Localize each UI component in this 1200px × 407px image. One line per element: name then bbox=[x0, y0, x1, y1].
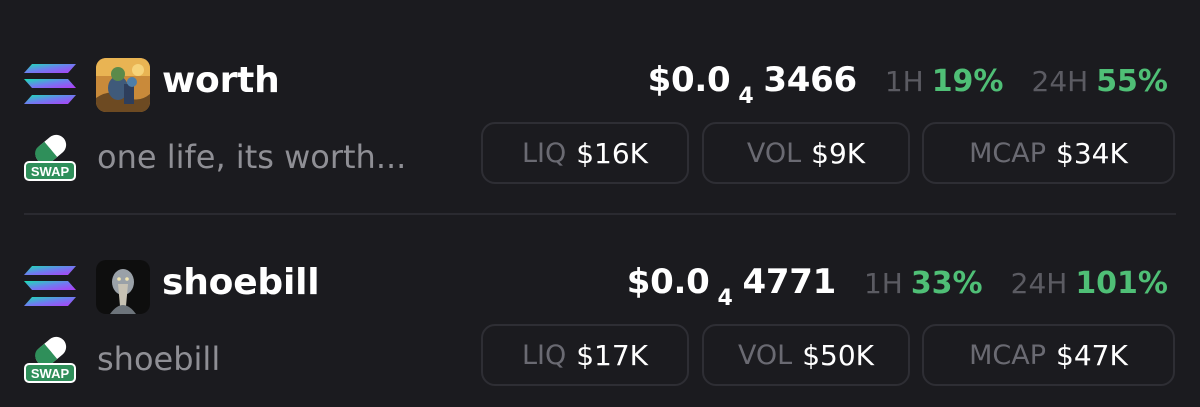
change-value-1h: 19% bbox=[931, 64, 1004, 99]
change-label-24h: 24H bbox=[1010, 267, 1068, 300]
stat-label: MCAP bbox=[969, 137, 1047, 169]
stat-value: $34K bbox=[1056, 136, 1128, 170]
solana-icon bbox=[24, 64, 76, 104]
stat-label: LIQ bbox=[521, 137, 567, 169]
stat-label: MCAP bbox=[969, 339, 1047, 371]
vol-stat: VOL $50K bbox=[702, 324, 910, 386]
token-symbol: shoebill bbox=[162, 262, 320, 303]
stat-value: $50K bbox=[802, 338, 875, 372]
swap-label: SWAP bbox=[31, 164, 70, 179]
stat-label: LIQ bbox=[521, 339, 567, 371]
token-row[interactable]: worth SWAP one life, its worth... $0.0 4… bbox=[0, 42, 1200, 192]
price: $0.0 4 3466 bbox=[647, 60, 857, 109]
change-label-24h: 24H bbox=[1031, 65, 1089, 98]
swap-label: SWAP bbox=[31, 366, 70, 381]
liq-stat: LIQ $17K bbox=[481, 324, 689, 386]
change-label-1h: 1H bbox=[884, 65, 924, 98]
token-list: worth SWAP one life, its worth... $0.0 4… bbox=[0, 0, 1200, 407]
stat-label: VOL bbox=[746, 137, 802, 169]
swap-pill-icon[interactable]: SWAP bbox=[24, 130, 76, 182]
stat-value: $47K bbox=[1056, 338, 1128, 372]
token-row[interactable]: shoebill SWAP shoebill $0.0 4 4771 1H 33… bbox=[0, 244, 1200, 394]
vol-stat: VOL $9K bbox=[702, 122, 910, 184]
price-line: $0.0 4 4771 1H 33% 24H 101% bbox=[626, 262, 1168, 311]
liq-stat: LIQ $16K bbox=[481, 122, 689, 184]
price: $0.0 4 4771 bbox=[626, 262, 837, 311]
price-zero-count: 4 bbox=[717, 286, 733, 311]
price-digits: 3466 bbox=[763, 60, 857, 100]
stat-value: $16K bbox=[576, 136, 649, 170]
change-value-24h: 55% bbox=[1096, 64, 1168, 99]
stat-value: $17K bbox=[576, 338, 649, 372]
token-name: one life, its worth... bbox=[97, 138, 407, 176]
mcap-stat: MCAP $34K bbox=[922, 122, 1175, 184]
change-value-1h: 33% bbox=[910, 266, 983, 301]
worth-avatar bbox=[96, 58, 150, 112]
stat-value: $9K bbox=[811, 136, 866, 170]
change-value-24h: 101% bbox=[1075, 266, 1168, 301]
token-symbol: worth bbox=[162, 60, 280, 101]
price-zero-count: 4 bbox=[738, 84, 754, 109]
price-prefix: $0.0 bbox=[626, 262, 710, 302]
price-line: $0.0 4 3466 1H 19% 24H 55% bbox=[647, 60, 1168, 109]
mcap-stat: MCAP $47K bbox=[922, 324, 1175, 386]
row-divider bbox=[24, 213, 1176, 215]
shoebill-avatar bbox=[96, 260, 150, 314]
price-prefix: $0.0 bbox=[647, 60, 731, 100]
price-digits: 4771 bbox=[742, 262, 837, 302]
swap-pill-icon[interactable]: SWAP bbox=[24, 332, 76, 384]
stat-label: VOL bbox=[737, 339, 793, 371]
solana-icon bbox=[24, 266, 76, 306]
change-label-1h: 1H bbox=[863, 267, 903, 300]
token-name: shoebill bbox=[97, 340, 221, 378]
